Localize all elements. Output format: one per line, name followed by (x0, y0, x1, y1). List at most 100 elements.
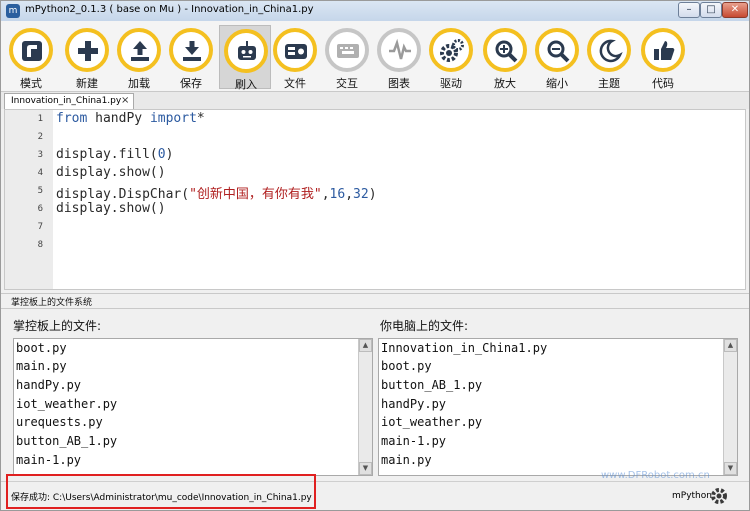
code-line-3: display.fill(0) (56, 147, 173, 162)
upload-icon (131, 41, 149, 61)
code-check-label: 代码 (652, 77, 674, 90)
scroll-down-icon[interactable]: ▼ (724, 462, 737, 475)
list-item[interactable]: urequests.py (16, 415, 103, 429)
number-literal: 16 (329, 187, 346, 202)
drivers-button[interactable]: 驱动 (425, 25, 477, 90)
list-item[interactable]: boot.py (381, 359, 432, 373)
zoom-in-icon (495, 40, 518, 63)
list-item[interactable]: button_AB_1.py (16, 434, 117, 448)
save-label: 保存 (180, 77, 202, 90)
title-bar: m mPython2_0.1.3 ( base on Mu ) - Innova… (1, 1, 749, 21)
number-literal: 32 (353, 187, 369, 202)
pc-files-header: 你电脑上的文件: (380, 319, 469, 333)
line-number-gutter: 1 2 3 4 5 6 7 8 (5, 110, 53, 289)
code-token: ) (165, 147, 174, 162)
theme-button[interactable]: 主题 (583, 25, 635, 90)
tab-bar: Innovation_in_China1.py × (1, 91, 749, 110)
window-title: mPython2_0.1.3 ( base on Mu ) - Innovati… (25, 4, 314, 15)
tab-close-icon[interactable]: × (121, 95, 129, 106)
code-line-1: from handPy import* (56, 111, 205, 126)
thumbs-up-icon (654, 41, 675, 60)
theme-label: 主题 (598, 77, 620, 90)
files-label: 文件 (284, 77, 306, 90)
toolbar: 模式 新建 加载 保存 刷入 文件 交互 图表 驱动 放大 缩小 主题 代码 (1, 21, 749, 91)
files-button[interactable]: 文件 (269, 25, 321, 90)
keyword: import (149, 111, 197, 126)
code-line-4: display.show() (56, 165, 166, 180)
plus-icon (78, 41, 98, 61)
zoom-in-label: 放大 (494, 77, 516, 90)
plotter-button[interactable]: 图表 (373, 25, 425, 90)
list-item[interactable]: main-1.py (381, 434, 446, 448)
keyboard-icon (337, 44, 359, 58)
list-item[interactable]: iot_weather.py (16, 397, 117, 411)
watermark: www.DFRobot.com.cn (601, 470, 710, 481)
code-token: , (321, 187, 330, 202)
drivers-label: 驱动 (440, 77, 462, 90)
zoom-out-button[interactable]: 缩小 (531, 25, 583, 90)
scroll-up-icon[interactable]: ▲ (724, 339, 737, 352)
mode-button[interactable]: 模式 (5, 25, 57, 90)
flash-button[interactable]: 刷入 (219, 25, 271, 91)
robot-icon (238, 41, 256, 60)
moon-icon (599, 39, 623, 63)
app-window: m mPython2_0.1.3 ( base on Mu ) - Innova… (0, 0, 750, 511)
gears-icon (440, 39, 464, 62)
zoom-out-label: 缩小 (546, 77, 568, 90)
new-button[interactable]: 新建 (61, 25, 113, 90)
save-button[interactable]: 保存 (165, 25, 217, 90)
list-item[interactable]: handPy.py (381, 397, 446, 411)
line-number: 2 (37, 132, 43, 142)
gear-icon[interactable] (709, 486, 729, 506)
board-file-list[interactable]: boot.py main.py handPy.py iot_weather.py… (13, 338, 373, 476)
pc-file-list[interactable]: Innovation_in_China1.py boot.py button_A… (378, 338, 738, 476)
string-literal: "创新中国，有你有我" (189, 187, 322, 202)
mode-icon (22, 41, 42, 61)
line-number: 3 (37, 150, 43, 160)
maximize-button[interactable]: □ (700, 2, 722, 18)
keyword: from (56, 111, 88, 126)
zoom-out-icon (547, 40, 570, 63)
code-token: display.fill( (56, 147, 158, 162)
line-number: 8 (37, 240, 43, 250)
scroll-up-icon[interactable]: ▲ (359, 339, 372, 352)
list-item[interactable]: button_AB_1.py (381, 378, 482, 392)
pc-list-scrollbar[interactable]: ▲ ▼ (723, 339, 737, 475)
number-literal: 0 (157, 147, 166, 162)
tab-innovation-in-china1[interactable]: Innovation_in_China1.py × (4, 93, 134, 110)
repl-button[interactable]: 交互 (321, 25, 373, 90)
filesystem-title: 掌控板上的文件系统 (11, 298, 93, 308)
import-star: * (196, 111, 205, 126)
list-item[interactable]: Innovation_in_China1.py (381, 341, 547, 355)
highlight-box (6, 474, 316, 509)
plotter-label: 图表 (388, 77, 410, 90)
waveform-icon (389, 38, 411, 60)
list-item[interactable]: handPy.py (16, 378, 81, 392)
flash-label: 刷入 (235, 78, 257, 91)
list-item[interactable]: main.py (381, 453, 432, 467)
line-number: 5 (37, 186, 43, 196)
python-icon: m (6, 4, 20, 18)
code-check-button[interactable]: 代码 (637, 25, 689, 90)
zoom-in-button[interactable]: 放大 (479, 25, 531, 90)
filesystem-pane-bar: 掌控板上的文件系统 (1, 293, 749, 309)
load-button[interactable]: 加载 (113, 25, 165, 90)
line-number: 7 (37, 222, 43, 232)
line-number: 6 (37, 204, 43, 214)
close-button[interactable]: ✕ (722, 2, 748, 18)
line-number: 4 (37, 168, 43, 178)
code-token: ) (368, 187, 377, 202)
list-item[interactable]: main-1.py (16, 453, 81, 467)
code-editor[interactable]: 1 2 3 4 5 6 7 8 from handPy import* disp… (4, 109, 746, 290)
minimize-button[interactable]: – (678, 2, 700, 18)
code-token: , (345, 187, 354, 202)
list-item[interactable]: main.py (16, 359, 67, 373)
code-token: display.DispChar( (56, 187, 190, 202)
list-item[interactable]: boot.py (16, 341, 67, 355)
mode-indicator: mPython (672, 491, 712, 501)
list-item[interactable]: iot_weather.py (381, 415, 482, 429)
code-line-6: display.show() (56, 201, 166, 216)
board-list-scrollbar[interactable]: ▲ ▼ (358, 339, 372, 475)
scroll-down-icon[interactable]: ▼ (359, 462, 372, 475)
module-name: handPy (87, 111, 150, 126)
